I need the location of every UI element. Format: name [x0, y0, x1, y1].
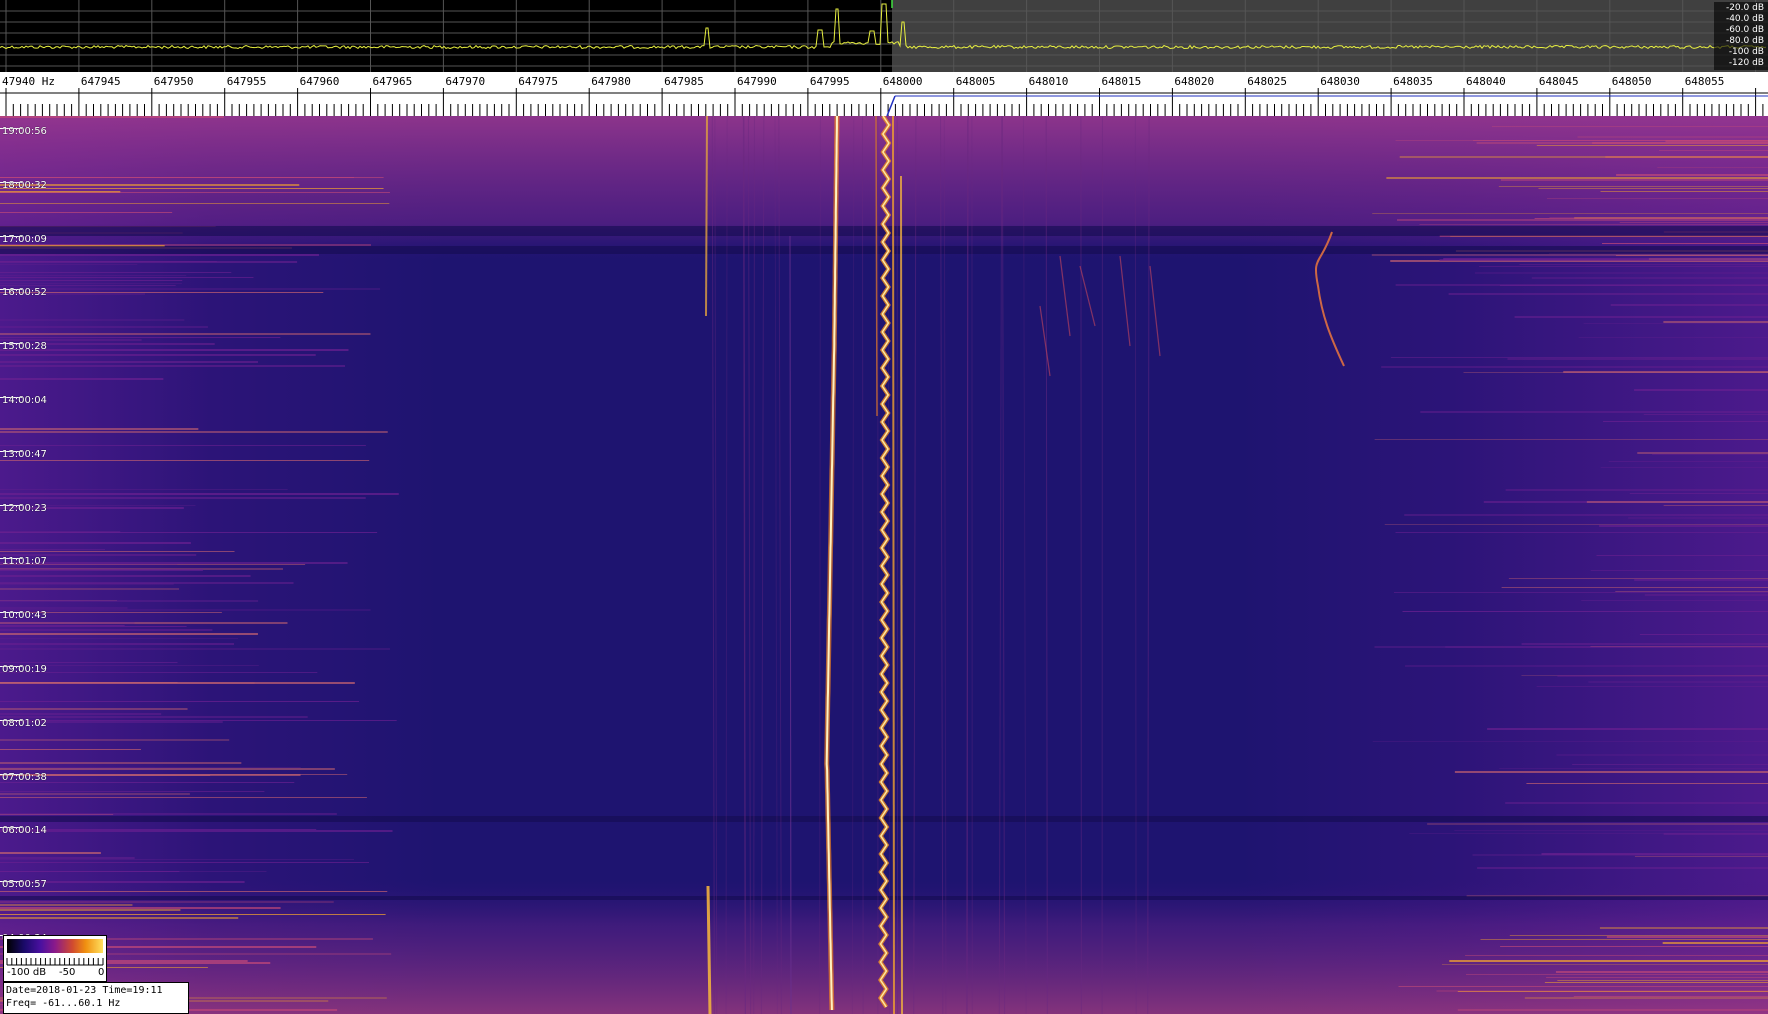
- time-label: 06:00:14: [2, 825, 47, 837]
- time-label: 14:00:04: [2, 395, 47, 406]
- color-scale-ticks: [6, 958, 104, 966]
- frequency-ruler[interactable]: 47940 Hz 647945 647950 647955 647960 647965 64…: [0, 72, 1768, 116]
- time-label: 10:00:43: [2, 610, 47, 622]
- color-gradient: [7, 939, 103, 953]
- waterfall-display[interactable]: 19:00:56 18:00:32 17:00:09 16:00:52 15:00:28…: [0, 116, 1768, 1014]
- time-label: 13:00:47: [2, 448, 47, 460]
- time-label: 05:00:57: [2, 879, 47, 891]
- color-scale-legend: -100 dB -50 0: [3, 935, 107, 982]
- time-label: 12:00:23: [2, 502, 47, 514]
- db-label: -60.0 dB: [1725, 25, 1764, 35]
- time-label: 07:00:38: [2, 771, 47, 783]
- colorbar-mid-label: -50: [59, 967, 76, 978]
- colorbar-max-label: 0: [98, 967, 105, 978]
- date-time-text: Date=2018-01-23 Time=19:11: [6, 985, 163, 996]
- time-label: 16:00:52: [2, 287, 47, 299]
- spectrum-panel[interactable]: -20.0 dB -40.0 dB -60.0 dB -80.0 dB -100…: [0, 0, 1768, 72]
- time-label: 08:01:02: [2, 717, 47, 729]
- time-label: 15:00:28: [2, 341, 47, 353]
- time-label: 19:00:56: [2, 126, 47, 137]
- info-box: Date=2018-01-23 Time=19:11 Freq= -61...6…: [3, 982, 189, 1014]
- colorbar-min-label: -100 dB: [7, 967, 47, 978]
- time-label: 09:00:19: [2, 664, 47, 675]
- db-label: -40.0 dB: [1725, 14, 1764, 24]
- frequency-ticks: [0, 88, 1768, 116]
- db-label: -80.0 dB: [1725, 36, 1764, 46]
- waterfall-image: [0, 116, 1768, 1014]
- db-label: -120 dB: [1728, 58, 1764, 68]
- db-label: -20.0 dB: [1725, 3, 1764, 13]
- time-label: 18:00:32: [2, 179, 47, 191]
- spectrum-plot: [0, 0, 1768, 72]
- time-label: 11:01:07: [2, 556, 47, 568]
- db-scale: -20.0 dB -40.0 dB -60.0 dB -80.0 dB -100…: [1714, 2, 1768, 70]
- time-label: 17:00:09: [2, 233, 47, 245]
- db-label: -100 dB: [1728, 47, 1764, 57]
- frequency-range-text: Freq= -61...60.1 Hz: [6, 998, 121, 1009]
